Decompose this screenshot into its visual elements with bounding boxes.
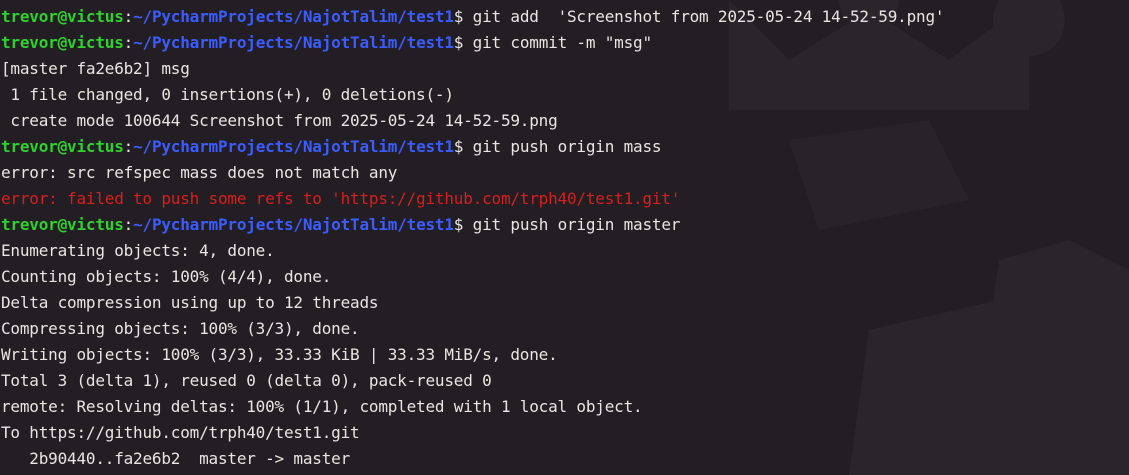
prompt-symbol: $ xyxy=(453,33,473,52)
command-text: git push origin mass xyxy=(472,137,662,156)
output-line: Counting objects: 100% (4/4), done. xyxy=(1,267,332,286)
output-line: 2b90440..fa2e6b2 master -> master xyxy=(1,449,351,468)
output-line: remote: Resolving deltas: 100% (1/1), co… xyxy=(1,397,643,416)
prompt-path: ~/PycharmProjects/NajotTalim/test1 xyxy=(133,215,454,234)
prompt-user-host: trevor@victus xyxy=(1,33,124,52)
terminal-output: trevor@victus:~/PycharmProjects/NajotTal… xyxy=(1,4,1129,472)
prompt-line: trevor@victus:~/PycharmProjects/NajotTal… xyxy=(1,30,1129,56)
terminal-window[interactable]: trevor@victus:~/PycharmProjects/NajotTal… xyxy=(0,0,1129,475)
command-text: git push origin master xyxy=(472,215,681,234)
prompt-path: ~/PycharmProjects/NajotTalim/test1 xyxy=(133,7,454,26)
output-line: Total 3 (delta 1), reused 0 (delta 0), p… xyxy=(1,371,492,390)
output-line: create mode 100644 Screenshot from 2025-… xyxy=(1,111,558,130)
prompt-symbol: $ xyxy=(453,137,473,156)
prompt-separator: : xyxy=(123,33,134,52)
prompt-separator: : xyxy=(123,215,134,234)
prompt-path: ~/PycharmProjects/NajotTalim/test1 xyxy=(133,33,454,52)
prompt-path: ~/PycharmProjects/NajotTalim/test1 xyxy=(133,137,454,156)
prompt-user-host: trevor@victus xyxy=(1,7,124,26)
output-line: Compressing objects: 100% (3/3), done. xyxy=(1,319,360,338)
prompt-line: trevor@victus:~/PycharmProjects/NajotTal… xyxy=(1,134,1129,160)
prompt-separator: : xyxy=(123,137,134,156)
output-line: Writing objects: 100% (3/3), 33.33 KiB |… xyxy=(1,345,558,364)
output-line: error: src refspec mass does not match a… xyxy=(1,163,398,182)
output-line: Delta compression using up to 12 threads xyxy=(1,293,379,312)
prompt-user-host: trevor@victus xyxy=(1,215,124,234)
output-line: Enumerating objects: 4, done. xyxy=(1,241,275,260)
command-text: git add 'Screenshot from 2025-05-24 14-5… xyxy=(472,7,945,26)
prompt-line: trevor@victus:~/PycharmProjects/NajotTal… xyxy=(1,4,1129,30)
prompt-line: trevor@victus:~/PycharmProjects/NajotTal… xyxy=(1,212,1129,238)
prompt-symbol: $ xyxy=(453,7,473,26)
prompt-separator: : xyxy=(123,7,134,26)
output-line: 1 file changed, 0 insertions(+), 0 delet… xyxy=(1,85,454,104)
output-line: To https://github.com/trph40/test1.git xyxy=(1,423,360,442)
error-line: error: failed to push some refs to 'http… xyxy=(1,189,681,208)
prompt-symbol: $ xyxy=(453,215,473,234)
prompt-user-host: trevor@victus xyxy=(1,137,124,156)
command-text: git commit -m "msg" xyxy=(472,33,652,52)
output-line: [master fa2e6b2] msg xyxy=(1,59,190,78)
